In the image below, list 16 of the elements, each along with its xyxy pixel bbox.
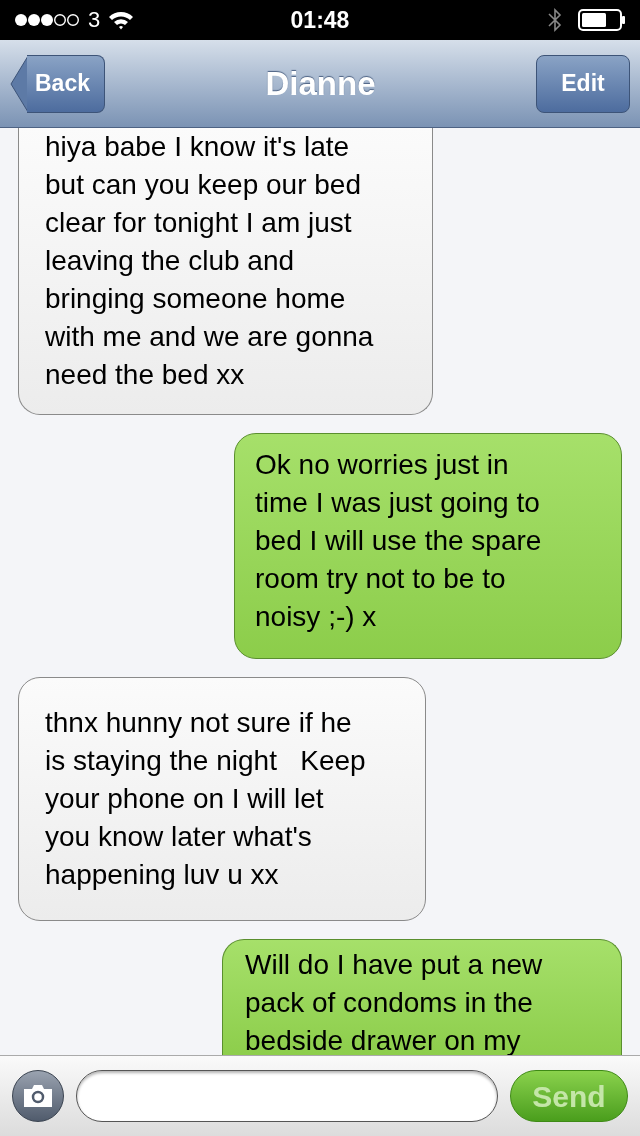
back-button[interactable]: Back — [27, 54, 105, 113]
sent-message-bubble: Will do I have put a new pack of condoms in the bedside drawer on my — [222, 939, 622, 1055]
clock-time: 01:48 — [290, 8, 350, 32]
camera-icon — [22, 1083, 54, 1109]
received-message-bubble: hiya babe I know it's late but can you keep our bed clear for tonight I am just leaving the club and bringing someone home with me and we are gonna need the bed xx — [18, 128, 433, 415]
message-input[interactable] — [76, 1070, 498, 1122]
sent-message-bubble: Ok no worries just in time I was just going to bed I will use the spare room try not to be to noisy ;-) x — [234, 433, 622, 659]
edit-button[interactable]: Edit — [536, 54, 630, 113]
signal-icon — [14, 13, 80, 27]
carrier-name: 3 — [88, 9, 101, 31]
conversation-title: Dianne — [265, 63, 376, 104]
camera-button[interactable] — [12, 1070, 64, 1122]
battery-icon — [578, 9, 626, 31]
bluetooth-icon — [548, 7, 562, 33]
wifi-icon — [108, 10, 135, 30]
received-message-bubble: thnx hunny not sure if he is staying the night Keep your phone on I will let you know later what's happening luv u xx — [18, 677, 426, 921]
